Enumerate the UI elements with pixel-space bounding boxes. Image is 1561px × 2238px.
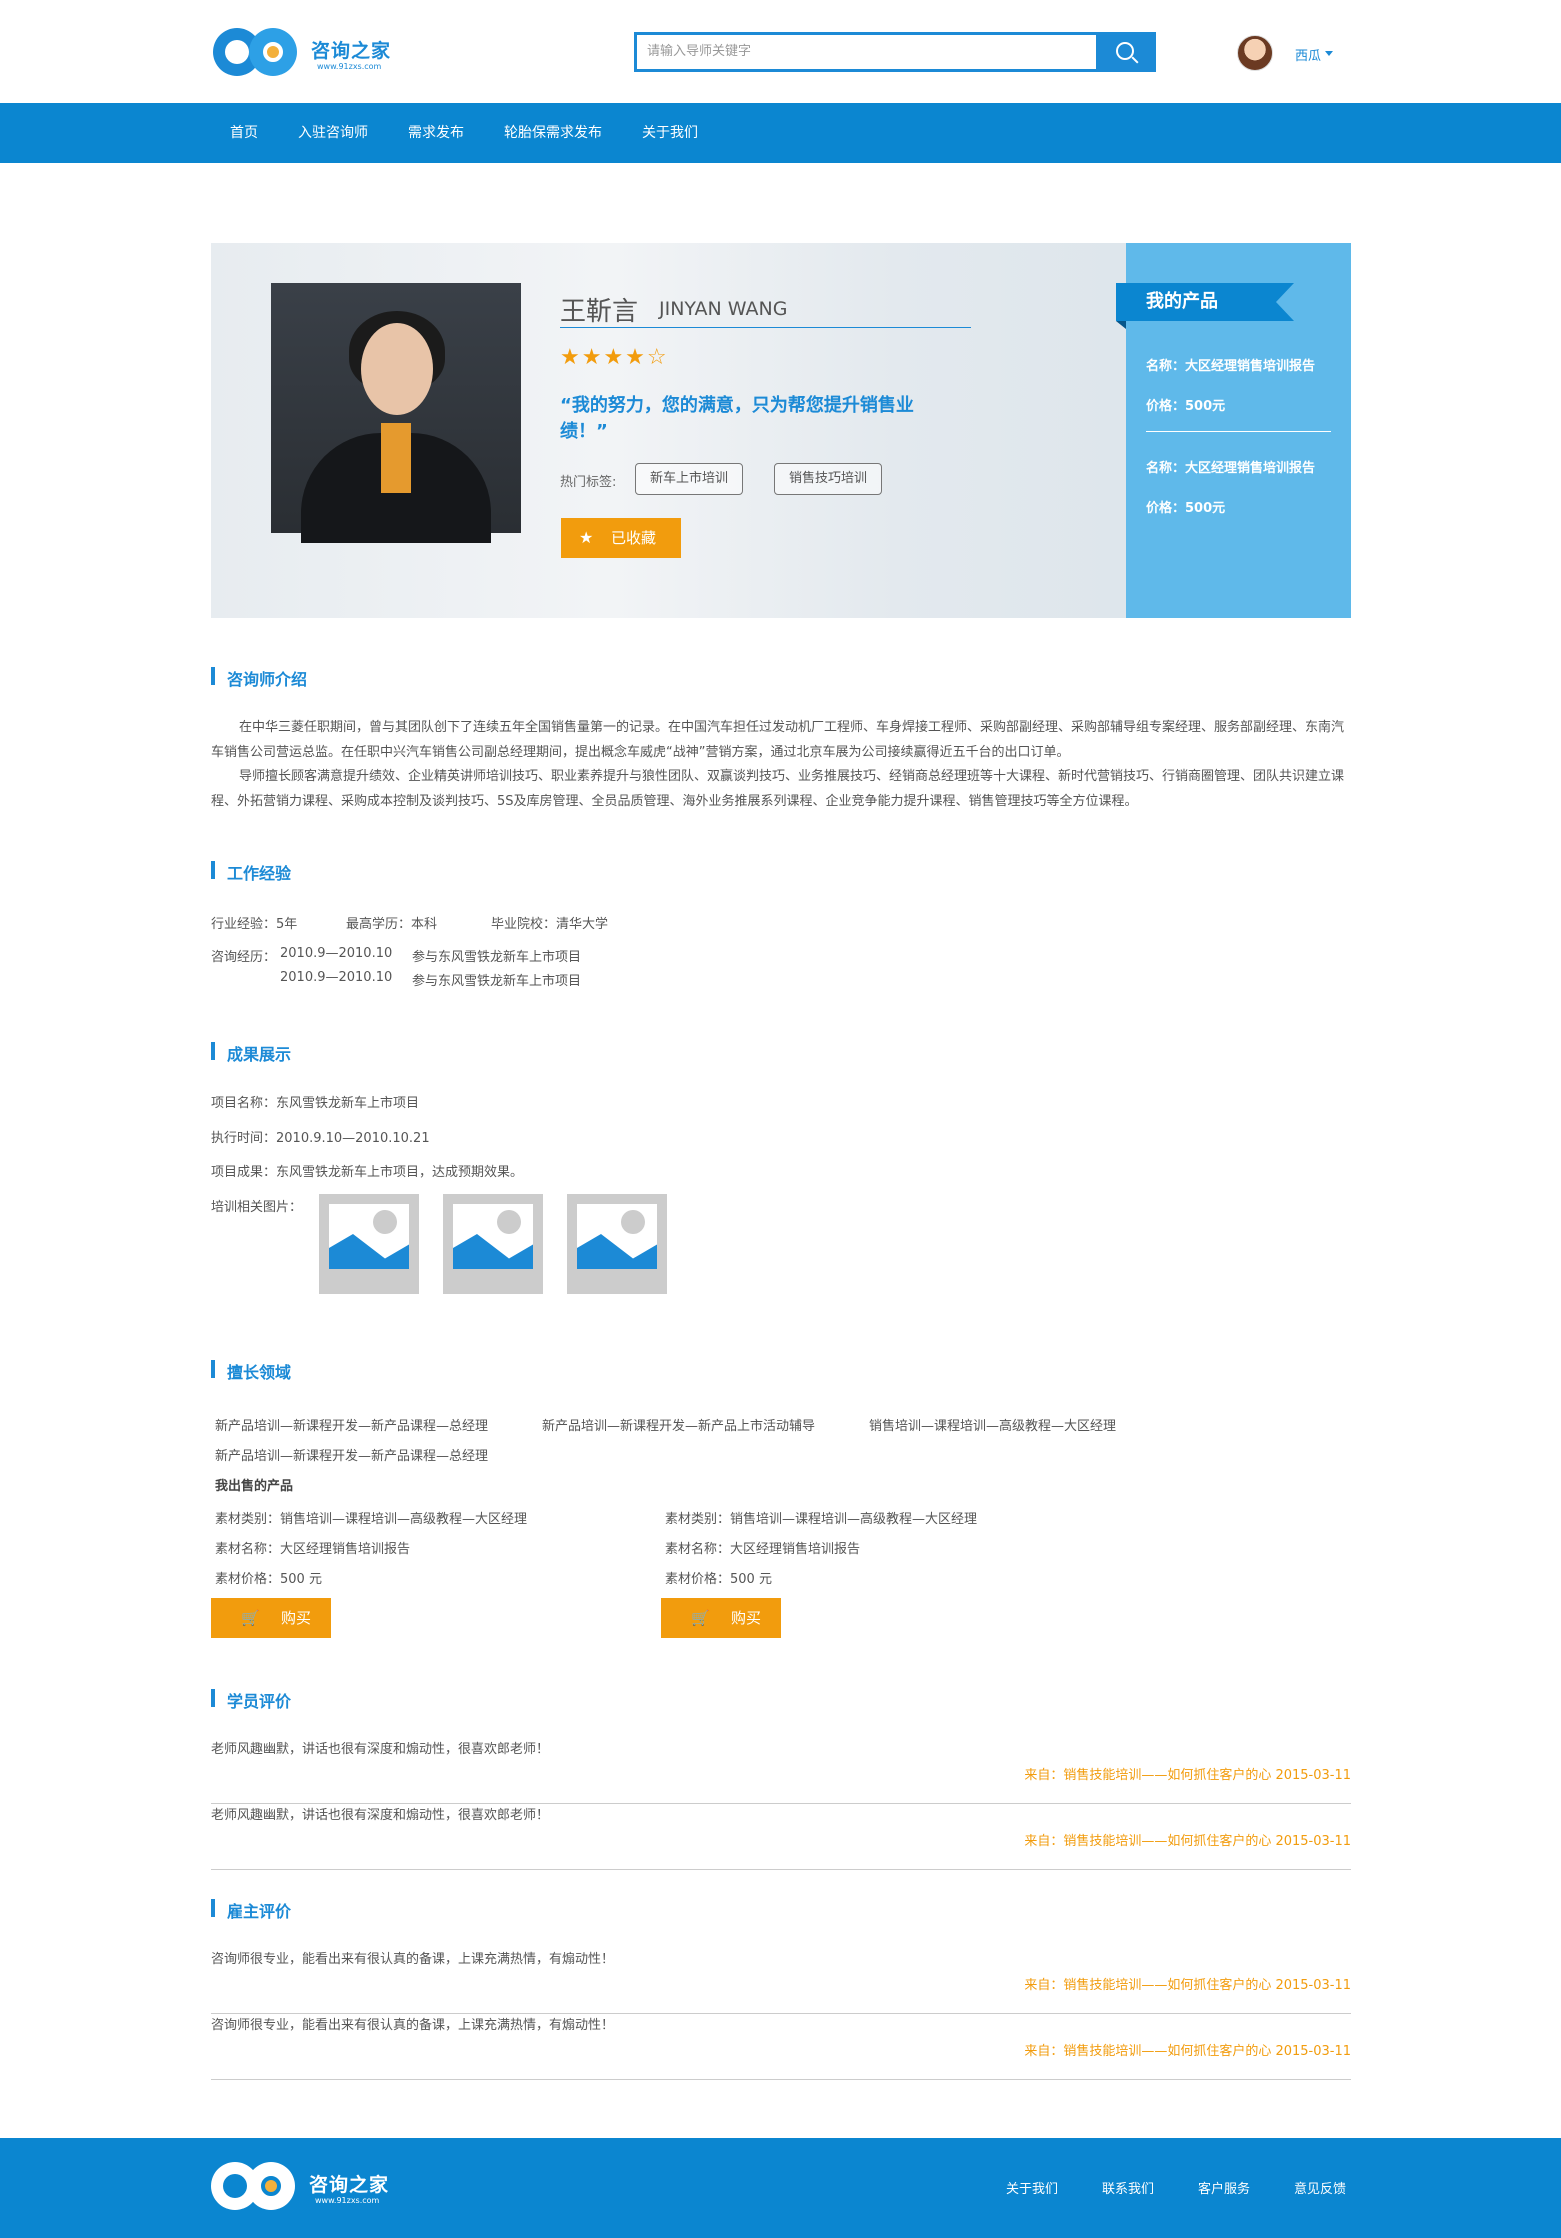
user-name[interactable]: 西瓜	[1295, 45, 1321, 64]
review-text: 老师风趣幽默，讲话也很有深度和煽动性，很喜欢郎老师！	[211, 1808, 550, 1823]
divider	[1146, 431, 1331, 432]
intro-paragraph: 在中华三菱任职期间，曾与其团队创下了连续五年全国销售量第一的记录。在中国汽车担任…	[211, 720, 1345, 760]
intro-paragraph: 导师擅长顾客满意提升绩效、企业精英讲师培训技巧、职业素养提升与狼性团队、双赢谈判…	[211, 769, 1345, 809]
logo-circle-icon	[249, 28, 297, 76]
product-name: 素材名称：大区经理销售培训报告	[215, 1542, 411, 1557]
expertise-item: 新产品培训—新课程开发—新产品课程—总经理	[215, 1449, 489, 1464]
consultant-name: 王靳言	[560, 297, 639, 327]
nav-item-home[interactable]: 首页	[230, 103, 258, 163]
project-outcome: 项目成果：东风雪铁龙新车上市项目，达成预期效果。	[211, 1165, 524, 1180]
rating-stars-icon: ★★★★☆	[560, 345, 669, 370]
search-button[interactable]	[1096, 32, 1156, 72]
review-item: 咨询师很专业，能看出来有很认真的备课，上课充满热情，有煽动性！ 来自：销售技能培…	[211, 2014, 1351, 2080]
tag-new-car[interactable]: 新车上市培训	[635, 463, 744, 495]
product-name[interactable]: 名称：大区经理销售培训报告	[1146, 457, 1315, 476]
review-item: 老师风趣幽默，讲话也很有深度和煽动性，很喜欢郎老师！ 来自：销售技能培训——如何…	[211, 1804, 1351, 1870]
nav-item-tire-demand[interactable]: 轮胎保需求发布	[504, 103, 602, 163]
review-source[interactable]: 来自：销售技能培训——如何抓住客户的心 2015-03-11	[1024, 1830, 1351, 1849]
history-desc: 参与东风雪铁龙新车上市项目	[412, 950, 582, 965]
product-price: 素材价格：500 元	[215, 1572, 322, 1587]
consultant-motto: “我的努力，您的满意，只为帮您提升销售业绩！”	[560, 395, 914, 442]
product-name: 素材名称：大区经理销售培训报告	[665, 1542, 861, 1557]
buy-button[interactable]: 🛒 购买	[211, 1598, 331, 1638]
review-text: 咨询师很专业，能看出来有很认真的备课，上课充满热情，有煽动性！	[211, 2018, 615, 2033]
image-placeholder-icon[interactable]	[443, 1194, 543, 1294]
logo-url: www.91zxs.com	[317, 62, 382, 71]
nav-item-consultants[interactable]: 入驻咨询师	[298, 103, 368, 163]
school: 毕业院校：清华大学	[491, 917, 609, 932]
product-price: 价格：500元	[1146, 501, 1226, 516]
footer-link-service[interactable]: 客户服务	[1198, 2178, 1250, 2197]
tag-sales-skill[interactable]: 销售技巧培训	[774, 463, 883, 495]
history-label: 咨询经历：	[211, 950, 277, 965]
buy-button[interactable]: 🛒 购买	[661, 1598, 781, 1638]
image-placeholder-icon[interactable]	[567, 1194, 667, 1294]
review-source[interactable]: 来自：销售技能培训——如何抓住客户的心 2015-03-11	[1024, 2040, 1351, 2059]
header: 咨询之家 www.91zxs.com 请输入导师关键字 西瓜	[0, 0, 1561, 103]
logo-circle-icon	[247, 2162, 295, 2210]
footer-link-feedback[interactable]: 意见反馈	[1294, 2178, 1346, 2197]
industry-experience: 行业经验：5年	[211, 917, 298, 932]
review-source[interactable]: 来自：销售技能培训——如何抓住客户的心 2015-03-11	[1024, 1764, 1351, 1783]
favorite-label: 已收藏	[611, 529, 657, 547]
history-period: 2010.9—2010.10	[280, 946, 393, 961]
history-desc: 参与东风雪铁龙新车上市项目	[412, 974, 582, 989]
review-source[interactable]: 来自：销售技能培训——如何抓住客户的心 2015-03-11	[1024, 1974, 1351, 1993]
education: 最高学历：本科	[346, 917, 438, 932]
product-price: 价格：500元	[1146, 399, 1226, 414]
consultant-english-name: JINYAN WANG	[659, 298, 788, 320]
products-panel: 我的产品 名称：大区经理销售培训报告 价格：500元 名称：大区经理销售培训报告…	[1116, 243, 1351, 618]
logo-text: 咨询之家	[309, 2174, 390, 2196]
review-item: 老师风趣幽默，讲话也很有深度和煽动性，很喜欢郎老师！ 来自：销售技能培训——如何…	[211, 1738, 1351, 1804]
review-text: 咨询师很专业，能看出来有很认真的备课，上课充满热情，有煽动性！	[211, 1952, 615, 1967]
product-type: 素材类别：销售培训—课程培训—高级教程—大区经理	[665, 1512, 978, 1527]
project-name: 项目名称：东风雪铁龙新车上市项目	[211, 1096, 420, 1111]
search-box: 请输入导师关键字	[634, 32, 1156, 72]
products-title: 我的产品	[1116, 283, 1294, 329]
expertise-item: 新产品培训—新课程开发—新产品上市活动辅导	[542, 1419, 816, 1434]
product-type: 素材类别：销售培训—课程培训—高级教程—大区经理	[215, 1512, 528, 1527]
footer: 咨询之家 www.91zxs.com 关于我们 联系我们 客户服务 意见反馈	[0, 2138, 1561, 2238]
avatar[interactable]	[1237, 35, 1273, 71]
images-label: 培训相关图片：	[211, 1200, 303, 1215]
footer-link-contact[interactable]: 联系我们	[1102, 2178, 1154, 2197]
image-placeholder-icon[interactable]	[319, 1194, 419, 1294]
review-text: 老师风趣幽默，讲话也很有深度和煽动性，很喜欢郎老师！	[211, 1742, 550, 1757]
cart-icon: 🛒	[241, 1609, 260, 1627]
nav-item-demand[interactable]: 需求发布	[408, 103, 464, 163]
favorite-button[interactable]: ★ 已收藏	[561, 518, 681, 558]
logo-url: www.91zxs.com	[315, 2196, 380, 2205]
sold-products-title: 我出售的产品	[215, 1479, 294, 1494]
star-icon: ★	[579, 528, 594, 547]
main-nav: 首页 入驻咨询师 需求发布 轮胎保需求发布 关于我们	[0, 103, 1561, 163]
product-price: 素材价格：500 元	[665, 1572, 772, 1587]
footer-link-about[interactable]: 关于我们	[1006, 2178, 1058, 2197]
divider	[560, 327, 971, 328]
chevron-down-icon[interactable]	[1325, 51, 1333, 56]
logo-text: 咨询之家	[311, 40, 392, 62]
consultant-photo	[271, 283, 521, 543]
nav-item-about[interactable]: 关于我们	[642, 103, 698, 163]
product-name[interactable]: 名称：大区经理销售培训报告	[1146, 355, 1315, 374]
project-time: 执行时间：2010.9.10—2010.10.21	[211, 1131, 430, 1146]
expertise-item: 销售培训—课程培训—高级教程—大区经理	[869, 1419, 1117, 1434]
tags-label: 热门标签:	[560, 475, 617, 490]
site-logo[interactable]: 咨询之家 www.91zxs.com	[213, 28, 393, 80]
expertise-item: 新产品培训—新课程开发—新产品课程—总经理	[215, 1419, 489, 1434]
search-input[interactable]: 请输入导师关键字	[647, 35, 1087, 69]
cart-icon: 🛒	[691, 1609, 710, 1627]
footer-logo[interactable]: 咨询之家 www.91zxs.com	[211, 2162, 391, 2214]
review-item: 咨询师很专业，能看出来有很认真的备课，上课充满热情，有煽动性！ 来自：销售技能培…	[211, 1948, 1351, 2014]
history-period: 2010.9—2010.10	[280, 970, 393, 985]
